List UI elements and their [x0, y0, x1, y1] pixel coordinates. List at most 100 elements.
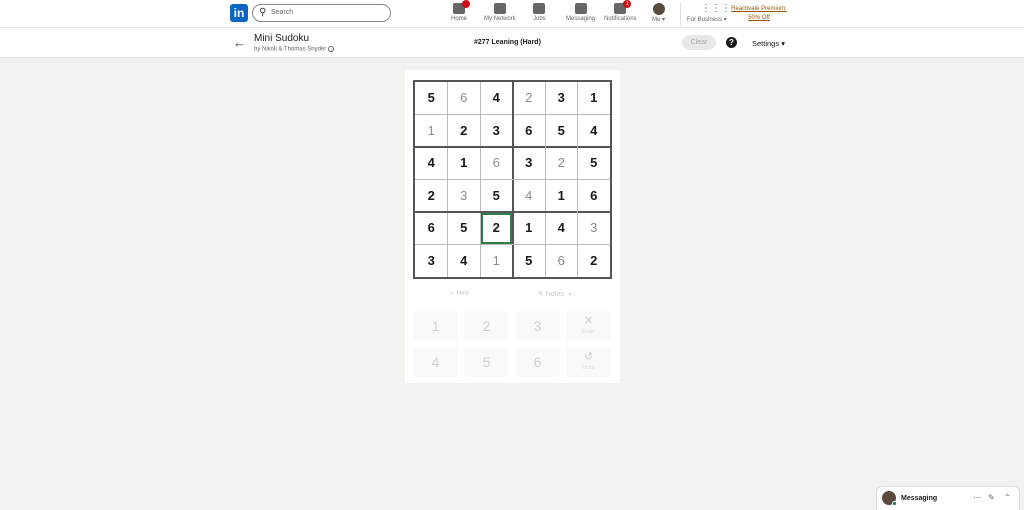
chevron-up-icon[interactable]: ⌃ [1004, 493, 1011, 502]
sudoku-cell[interactable]: 6 [415, 212, 448, 245]
grid-line-horizontal [415, 179, 610, 180]
game-header: ← Mini Sudoku by Nikoli & Thomas Snyder i… [0, 28, 1024, 58]
search-icon: ⚲ [259, 7, 267, 18]
sudoku-cell[interactable]: 6 [513, 115, 546, 148]
undo-icon: ↺ [583, 351, 594, 363]
sudoku-cell[interactable]: 1 [415, 115, 448, 148]
keypad-5[interactable]: 5 [464, 347, 509, 377]
top-nav: in ⚲ Search Home My Network Jobs Messagi… [0, 0, 1024, 28]
caret-down-icon: ▾ [660, 17, 666, 23]
hint-button[interactable]: ☼ Hint [448, 290, 469, 297]
sudoku-cell[interactable]: 5 [513, 245, 546, 278]
sudoku-cell[interactable]: 4 [480, 82, 513, 115]
nav-divider [680, 2, 681, 26]
undo-label: Undo [582, 365, 595, 371]
sudoku-cell[interactable]: 4 [448, 245, 481, 278]
sudoku-cell[interactable]: 3 [578, 212, 611, 245]
nav-item-label: Messaging [566, 16, 596, 22]
sudoku-cell[interactable]: 1 [480, 245, 513, 278]
box-divider-horizontal [415, 211, 610, 213]
grid-line-vertical [577, 82, 578, 277]
sudoku-cell[interactable]: 3 [545, 82, 578, 115]
caret-down-icon: ▾ [781, 39, 785, 48]
keypad-2[interactable]: 2 [464, 311, 509, 341]
sudoku-cell[interactable]: 3 [513, 147, 546, 180]
nav-item-notifications[interactable]: 1 Notifications [604, 0, 637, 22]
selected-cell-highlight [481, 213, 512, 244]
nav-item-label: My Network [484, 16, 516, 22]
sudoku-cell[interactable]: 4 [513, 180, 546, 213]
clear-button[interactable]: Clear [682, 35, 716, 50]
keypad-4[interactable]: 4 [413, 347, 458, 377]
nav-item-me[interactable]: Me ▾ [652, 3, 665, 23]
notification-dot-icon [462, 0, 470, 8]
search-input[interactable]: ⚲ Search [252, 4, 391, 22]
sudoku-cell[interactable]: 6 [578, 180, 611, 213]
settings-dropdown[interactable]: Settings ▾ [752, 39, 785, 48]
sudoku-cell[interactable]: 5 [545, 115, 578, 148]
pencil-icon: ✎ [538, 291, 544, 298]
settings-label: Settings [752, 39, 780, 48]
sudoku-cell[interactable]: 5 [448, 212, 481, 245]
author-text: by Nikoli & Thomas Snyder [254, 46, 327, 53]
sudoku-cell[interactable]: 6 [480, 147, 513, 180]
sudoku-cell[interactable]: 3 [448, 180, 481, 213]
premium-line-2: 50% Off [748, 15, 770, 21]
sudoku-cell[interactable]: 4 [415, 147, 448, 180]
info-icon[interactable]: i [328, 46, 335, 52]
game-author: by Nikoli & Thomas Snyder i [254, 46, 335, 53]
sudoku-cell[interactable]: 2 [545, 147, 578, 180]
hint-label: Hint [456, 290, 469, 297]
lightbulb-icon: ☼ [448, 290, 455, 297]
sudoku-cell[interactable]: 2 [578, 245, 611, 278]
toggle-switch-icon: ●○ [568, 291, 577, 298]
keypad-1[interactable]: 1 [413, 311, 458, 341]
sudoku-cell[interactable]: 5 [480, 180, 513, 213]
sudoku-cell[interactable]: 3 [480, 115, 513, 148]
nav-item-label: Notifications [604, 16, 637, 22]
sudoku-cell[interactable]: 4 [545, 212, 578, 245]
grid-line-horizontal [415, 244, 610, 245]
compose-icon[interactable]: ✎ [988, 493, 995, 502]
sudoku-cell[interactable]: 5 [415, 82, 448, 115]
nav-item-label: Jobs [533, 16, 546, 22]
caret-down-icon: ▾ [722, 17, 727, 23]
sudoku-cell[interactable]: 1 [513, 212, 546, 245]
sudoku-cell[interactable]: 2 [513, 82, 546, 115]
notes-label: Notes [545, 291, 565, 298]
nav-item-jobs[interactable]: Jobs [533, 3, 546, 22]
nav-item-label: For Business [687, 17, 723, 23]
sudoku-cell[interactable]: 2 [415, 180, 448, 213]
nav-item-messaging[interactable]: Messaging [566, 3, 595, 22]
help-icon[interactable]: ? [726, 37, 737, 48]
messaging-bar[interactable]: Messaging ⋯ ✎ ⌃ [876, 486, 1020, 510]
sudoku-cell[interactable]: 1 [578, 82, 611, 115]
notification-badge: 1 [623, 0, 632, 8]
sudoku-cell[interactable]: 6 [448, 82, 481, 115]
undo-button[interactable]: ↺ Undo [566, 347, 611, 377]
keypad-6[interactable]: 6 [515, 347, 560, 377]
keypad-3[interactable]: 3 [515, 311, 560, 341]
premium-line-1: Reactivate Premium: [731, 6, 787, 12]
nav-item-my-network[interactable]: My Network [484, 3, 516, 22]
sudoku-cell[interactable]: 6 [545, 245, 578, 278]
linkedin-logo[interactable]: in [230, 4, 248, 22]
home-icon [453, 0, 470, 14]
close-icon: ✕ [583, 315, 594, 327]
sudoku-board: 564231123654416325235416652143341562 [413, 80, 612, 279]
game-title: Mini Sudoku [254, 33, 310, 44]
sudoku-cell[interactable]: 1 [545, 180, 578, 213]
puzzle-id: #277 Leaning (Hard) [474, 39, 541, 46]
back-arrow-icon[interactable]: ← [233, 35, 246, 50]
sudoku-cell[interactable]: 5 [578, 147, 611, 180]
erase-button[interactable]: ✕ Erase [566, 311, 611, 341]
more-options-icon[interactable]: ⋯ [973, 493, 981, 502]
sudoku-cell[interactable]: 3 [415, 245, 448, 278]
notes-toggle[interactable]: ✎ Notes ●○ [538, 290, 577, 298]
nav-item-for-business[interactable]: ⋮⋮⋮ For Business ▾ [687, 3, 731, 23]
reactivate-premium-link[interactable]: Reactivate Premium: 50% Off [729, 5, 789, 23]
sudoku-cell[interactable]: 1 [448, 147, 481, 180]
sudoku-cell[interactable]: 4 [578, 115, 611, 148]
nav-item-home[interactable]: Home [451, 0, 470, 22]
sudoku-cell[interactable]: 2 [448, 115, 481, 148]
